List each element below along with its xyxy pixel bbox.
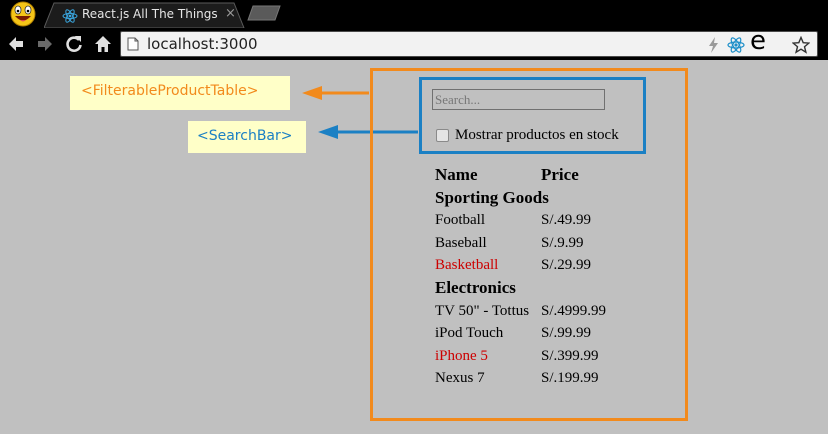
category-name: Electronics (435, 277, 516, 297)
product-name-out-of-stock: Basketball (435, 257, 499, 274)
product-price: S/.399.99 (541, 347, 599, 364)
lightning-icon[interactable] (705, 36, 723, 54)
product-name: Baseball (435, 234, 487, 251)
product-name: TV 50" - Tottus (435, 302, 530, 319)
home-icon[interactable] (93, 34, 113, 54)
product-price: S/.29.99 (541, 257, 592, 274)
tab-title: React.js All The Things (82, 7, 218, 21)
browser-tab[interactable]: React.js All The Things × (44, 2, 246, 28)
product-price: S/.199.99 (541, 370, 599, 387)
address-bar[interactable]: localhost:3000 e (120, 26, 818, 57)
product-name: iPod Touch (435, 325, 504, 342)
category-name: Sporting Goods (435, 187, 549, 207)
tab-strip: React.js All The Things × (0, 0, 828, 28)
browser-toolbar: localhost:3000 e (0, 26, 828, 60)
app-logo-icon (10, 1, 36, 27)
sb-arrow-head (318, 125, 338, 139)
fpt-arrow-head (302, 86, 322, 100)
name-column-header: Name (435, 165, 478, 184)
search-input[interactable] (432, 89, 605, 110)
in-stock-checkbox[interactable] (436, 129, 449, 142)
new-tab-button[interactable] (247, 5, 281, 21)
product-price: S/.4999.99 (541, 302, 607, 319)
product-name: Football (435, 212, 486, 229)
product-price: S/.99.99 (541, 325, 592, 342)
product-price: S/.9.99 (541, 234, 584, 251)
in-stock-label: Mostrar productos en stock (455, 127, 619, 143)
reload-icon[interactable] (64, 34, 84, 54)
price-column-header: Price (541, 165, 579, 184)
url-text[interactable]: localhost:3000 (147, 35, 258, 53)
product-name-out-of-stock: iPhone 5 (435, 347, 488, 364)
tab-close-icon[interactable]: × (225, 6, 236, 21)
react-favicon-icon (62, 9, 78, 23)
product-name: Nexus 7 (435, 370, 485, 387)
extension-e-icon[interactable]: e (750, 26, 766, 56)
forward-icon[interactable] (35, 34, 55, 54)
page-icon (127, 37, 139, 51)
back-icon[interactable] (6, 34, 26, 54)
product-price: S/.49.99 (541, 212, 592, 229)
star-icon[interactable] (792, 36, 810, 54)
react-extension-icon[interactable] (727, 36, 745, 54)
